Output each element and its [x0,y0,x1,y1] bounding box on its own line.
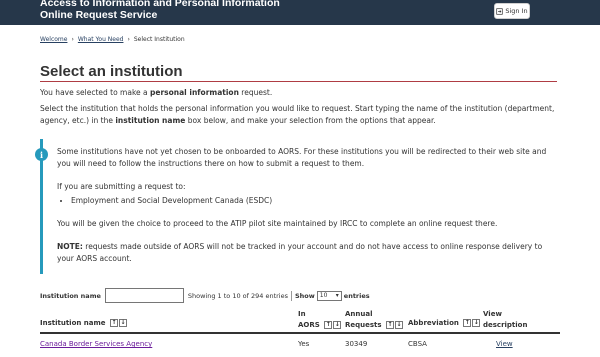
sign-in-icon [496,7,504,15]
instructions-text: Select the institution that holds the pe… [40,103,560,127]
sign-in-label: Sign In [505,7,528,15]
alert-note: NOTE: requests made outside of AORS will… [57,241,557,265]
column-label: Annual [345,310,373,318]
column-label: In [298,310,306,318]
alert-paragraph-3: You will be given the choice to proceed … [57,219,498,228]
instructions-bold: institution name [115,116,186,125]
alert-paragraph-2: If you are submitting a request to: [57,182,186,191]
note-label: NOTE: [57,242,83,251]
intro-text: You have selected to make a personal inf… [40,88,272,97]
intro-prefix: You have selected to make a [40,88,151,97]
note-text: requests made outside of AORS will not b… [57,242,543,263]
sort-ascending-icon[interactable]: ↑ [324,321,333,329]
alert-paragraph-1: Some institutions have not yet chosen to… [57,147,547,168]
column-label: View [483,310,502,318]
column-header-view-description: View description [483,309,527,331]
sort-controls: ↑ ↓ [110,319,127,327]
page-title: Select an institution [40,63,183,80]
column-label: AORS [298,321,320,329]
page-length-value: 10 [319,292,328,299]
institution-name-label: Institution name [40,291,101,300]
entries-label: entries [343,291,370,300]
chevron-down-icon: ▾ [335,292,339,299]
annual-requests-cell: 30349 [345,340,368,348]
instructions-part-b: box below, and make your selection from … [185,116,436,125]
sign-in-button[interactable]: Sign In [494,3,530,19]
sort-controls: ↑ ↓ [324,321,342,329]
table-filter-row: Institution name Showing 1 to 10 of 294 … [40,288,370,303]
sort-ascending-icon[interactable]: ↑ [110,319,118,327]
show-label: Show [295,291,315,300]
sort-descending-icon[interactable]: ↓ [333,321,342,329]
sort-controls: ↑ ↓ [463,319,481,327]
column-header-in-aors: In AORS ↑ ↓ [298,309,342,331]
site-title-line1: Access to Information and Personal Infor… [40,0,280,9]
page-length-select[interactable]: 10 ▾ [316,290,342,301]
sort-descending-icon[interactable]: ↓ [472,319,481,327]
abbreviation-cell: CBSA [408,340,427,348]
page-length-control: Show 10 ▾ entries [291,290,370,301]
sort-ascending-icon[interactable]: ↑ [463,319,472,327]
alert-institution-list: Employment and Social Development Canada… [71,195,557,207]
sort-descending-icon[interactable]: ↓ [119,319,127,327]
site-title: Access to Information and Personal Infor… [40,0,280,21]
intro-request-type: personal information [150,88,239,97]
title-divider [40,81,557,82]
sort-descending-icon[interactable]: ↓ [395,321,403,329]
column-label-row: AORS ↑ ↓ [298,320,342,331]
breadcrumb: Welcome › What You Need › Select Institu… [40,36,185,43]
intro-suffix: request. [238,88,273,97]
breadcrumb-current: Select Institution [133,36,185,43]
entries-info: Showing 1 to 10 of 294 entries [187,291,288,300]
sort-ascending-icon[interactable]: ↑ [386,321,394,329]
institution-link[interactable]: Canada Border Services Agency [40,340,152,348]
view-description-link[interactable]: View [496,340,513,348]
column-header-institution-name: Institution name ↑ ↓ [40,318,127,329]
column-header-abbreviation: Abbreviation ↑ ↓ [408,318,481,329]
site-header: Access to Information and Personal Infor… [0,0,600,25]
chevron-right-icon: › [127,36,130,43]
site-title-line2: Online Request Service [40,9,158,21]
column-label: Abbreviation [408,319,459,327]
table-header-divider [40,332,560,334]
sort-controls: ↑ ↓ [386,321,403,329]
alert-body: Some institutions have not yet chosen to… [57,146,557,276]
breadcrumb-welcome[interactable]: Welcome [40,36,67,43]
column-label-row: Requests ↑ ↓ [345,320,403,331]
column-label: Requests [345,321,382,329]
in-aors-cell: Yes [298,340,310,348]
column-label: description [483,321,528,329]
list-item: Employment and Social Development Canada… [71,195,557,207]
column-header-annual-requests: Annual Requests ↑ ↓ [345,309,403,331]
info-alert: i Some institutions have not yet chosen … [35,139,560,276]
chevron-right-icon: › [71,36,74,43]
institution-name-input[interactable] [104,288,184,303]
info-icon: i [35,148,48,161]
breadcrumb-what-you-need[interactable]: What You Need [78,36,124,43]
column-label: Institution name [40,319,106,327]
